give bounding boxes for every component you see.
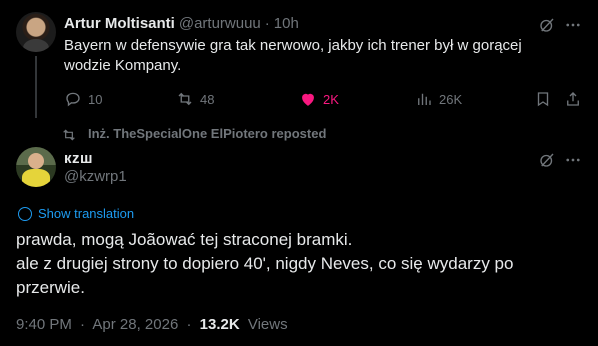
share-button[interactable] — [562, 88, 584, 110]
tweet-date[interactable]: Apr 28, 2026 — [92, 316, 178, 333]
more-icon[interactable] — [562, 149, 584, 171]
views-count[interactable]: 13.2K — [200, 316, 240, 333]
reply-button[interactable]: 10 — [64, 88, 102, 110]
tweet-text: Bayern w defensywie gra tak nerwowo, jak… — [64, 37, 522, 74]
repost-icon — [63, 129, 75, 141]
author-name[interactable]: Artur Moltisanti — [64, 14, 175, 34]
avatar[interactable] — [16, 147, 56, 187]
views-label: Views — [247, 316, 288, 333]
author-name[interactable]: кzш — [64, 150, 93, 167]
timestamp[interactable]: 10h — [274, 14, 299, 34]
separator: · — [186, 316, 192, 333]
tweet-meta: 9:40 PM · Apr 28, 2026 · 13.2K Views — [16, 316, 288, 333]
views-count: 26K — [439, 91, 463, 107]
tweet-header: Artur Moltisanti @arturwuuu · 10h — [64, 14, 299, 34]
like-button[interactable]: 2K — [299, 88, 339, 110]
reply-count: 10 — [88, 91, 103, 107]
repost-header-text: Inż. TheSpecialOne ElPiotero reposted — [88, 126, 327, 141]
repost-header[interactable]: Inż. TheSpecialOne ElPiotero reposted — [63, 126, 327, 141]
show-translation-label: Show translation — [38, 206, 135, 221]
more-icon[interactable] — [562, 14, 584, 36]
tweet-time[interactable]: 9:40 PM — [16, 316, 72, 333]
tweet-body-line-2: ale z drugiej strony to dopiero 40', nig… — [16, 254, 514, 297]
tweet-body-line-1: prawda, mogą Joãować tej straconej bramk… — [16, 230, 353, 249]
show-translation-link[interactable]: Show translation — [18, 206, 134, 221]
reply-icon — [66, 92, 80, 107]
bookmark-button[interactable] — [532, 88, 554, 110]
avatar[interactable] — [16, 12, 56, 52]
share-icon — [567, 92, 579, 106]
repost-button[interactable]: 48 — [176, 88, 214, 110]
reply-tweet[interactable]: Artur Moltisanti @arturwuuu · 10h Bayern… — [0, 0, 598, 120]
globe-icon — [18, 206, 32, 221]
like-icon — [302, 93, 314, 106]
repost-count: 48 — [200, 91, 215, 107]
grok-icon[interactable] — [536, 14, 558, 36]
separator: · — [80, 316, 86, 333]
action-bar: 10 48 2K 26K — [64, 88, 584, 110]
repost-icon — [178, 92, 192, 106]
like-count: 2K — [323, 91, 339, 107]
tweet-body: prawda, mogą Joãować tej straconej bramk… — [16, 228, 576, 300]
author-handle[interactable]: @kzwrp1 — [64, 168, 127, 185]
author-handle[interactable]: @arturwuuu — [179, 14, 261, 34]
separator: · — [264, 15, 270, 32]
grok-icon[interactable] — [536, 149, 558, 171]
bookmark-icon — [537, 92, 549, 107]
views-icon — [418, 93, 431, 105]
views-button[interactable]: 26K — [415, 88, 462, 110]
thread-connector-line — [35, 56, 37, 118]
